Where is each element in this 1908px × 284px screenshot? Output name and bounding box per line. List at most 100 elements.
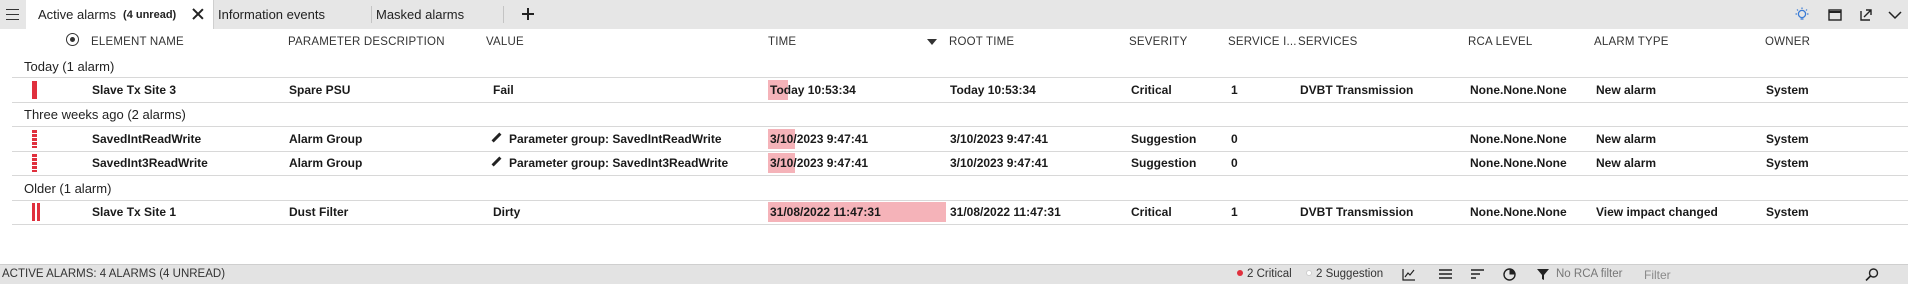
cell-service-impact: 1: [1231, 83, 1238, 97]
severity-indicator: [32, 130, 37, 148]
cell-severity: Suggestion: [1131, 132, 1197, 146]
alarm-summary: ACTIVE ALARMS: 4 ALARMS (4 UNREAD): [2, 268, 226, 280]
table-row[interactable]: SavedInt3ReadWrite Alarm Group Parameter…: [0, 151, 1908, 175]
table-row[interactable]: Slave Tx Site 1 Dust Filter Dirty 31/08/…: [0, 200, 1908, 224]
cell-element-name: SavedIntReadWrite: [92, 132, 202, 146]
group-header-three-weeks-ago[interactable]: Three weeks ago (2 alarms): [24, 105, 186, 125]
pie-icon[interactable]: [1503, 268, 1517, 281]
table-row[interactable]: Slave Tx Site 3 Spare PSU Fail Today 10:…: [0, 78, 1908, 102]
tab-bar: Active alarms (4 unread) Information eve…: [0, 0, 1908, 30]
cell-parameter: Alarm Group: [289, 132, 363, 146]
tab-label: Masked alarms: [376, 7, 465, 22]
cell-owner: System: [1766, 132, 1809, 146]
cell-root-time: 3/10/2023 9:47:41: [950, 156, 1049, 170]
cell-owner: System: [1766, 83, 1809, 97]
search-icon[interactable]: [1865, 268, 1879, 282]
cell-value: Fail: [493, 83, 514, 97]
cell-owner: System: [1766, 205, 1809, 219]
cell-severity: Critical: [1131, 205, 1172, 219]
cell-alarm-type: New alarm: [1596, 156, 1657, 170]
row-divider: [12, 224, 1908, 225]
cell-services: DVBT Transmission: [1300, 205, 1414, 219]
tab-information-events[interactable]: Information events: [218, 0, 368, 29]
suggestion-dot-icon: [1306, 269, 1312, 276]
table-row[interactable]: SavedIntReadWrite Alarm Group Parameter …: [0, 127, 1908, 151]
filter-input[interactable]: [1640, 266, 1878, 283]
sort-lines-icon[interactable]: [1471, 268, 1485, 281]
severity-indicator: [37, 203, 40, 221]
lightbulb-icon[interactable]: [1793, 6, 1811, 24]
column-header-services[interactable]: SERVICES: [1298, 29, 1358, 55]
rca-filter[interactable]: No RCA filter: [1556, 265, 1622, 284]
cell-element-name: Slave Tx Site 3: [92, 83, 177, 97]
cell-owner: System: [1766, 156, 1809, 170]
row-divider: [12, 175, 1908, 176]
cell-severity: Suggestion: [1131, 156, 1197, 170]
column-header-rca-level[interactable]: RCA LEVEL: [1468, 29, 1532, 55]
critical-count[interactable]: 2 Critical: [1237, 265, 1292, 284]
trend-icon[interactable]: [1402, 268, 1416, 281]
cell-root-time: Today 10:53:34: [950, 83, 1036, 97]
cell-rca-level: None.None.None: [1470, 83, 1567, 97]
tab-divider: [371, 6, 372, 23]
cell-element-name: SavedInt3ReadWrite: [92, 156, 208, 170]
pencil-icon: [491, 156, 502, 167]
cell-service-impact: 0: [1231, 156, 1238, 170]
menu-icon[interactable]: [0, 0, 24, 29]
column-header-root-time[interactable]: ROOT TIME: [949, 29, 1014, 55]
severity-indicator: [32, 203, 35, 221]
cell-value: Parameter group: SavedInt3ReadWrite: [491, 151, 728, 175]
cell-service-impact: 0: [1231, 132, 1238, 146]
sort-desc-icon[interactable]: [927, 39, 937, 45]
target-icon[interactable]: [66, 33, 79, 46]
critical-count-label: 2 Critical: [1247, 268, 1292, 280]
cell-parameter: Spare PSU: [289, 83, 351, 97]
tab-masked-alarms[interactable]: Masked alarms: [376, 0, 502, 29]
row-divider: [12, 102, 1908, 103]
pop-out-icon[interactable]: [1857, 6, 1875, 24]
column-header-service-impact[interactable]: SERVICE I...: [1228, 29, 1297, 55]
cell-value-text: Parameter group: SavedIntReadWrite: [509, 132, 722, 146]
cell-root-time: 3/10/2023 9:47:41: [950, 132, 1049, 146]
tab-divider: [503, 6, 504, 23]
cell-root-time: 31/08/2022 11:47:31: [950, 205, 1061, 219]
suggestion-count-label: 2 Suggestion: [1316, 268, 1384, 280]
group-header-older[interactable]: Older (1 alarm): [24, 179, 111, 199]
column-header-owner[interactable]: OWNER: [1765, 29, 1810, 55]
group-header-today[interactable]: Today (1 alarm): [24, 57, 114, 77]
close-icon[interactable]: [191, 7, 205, 21]
cell-alarm-type: New alarm: [1596, 132, 1657, 146]
column-header-parameter-description[interactable]: PARAMETER DESCRIPTION: [288, 29, 445, 55]
cell-value-text: Parameter group: SavedInt3ReadWrite: [509, 156, 729, 170]
tab-active-alarms[interactable]: Active alarms (4 unread): [26, 0, 214, 29]
severity-indicator: [32, 81, 37, 99]
cell-value: Parameter group: SavedIntReadWrite: [491, 127, 722, 151]
pencil-icon: [491, 132, 502, 143]
unread-badge: (4 unread): [123, 8, 177, 21]
tab-label: Active alarms: [38, 7, 117, 22]
cell-parameter: Alarm Group: [289, 156, 363, 170]
column-header-element-name[interactable]: ELEMENT NAME: [91, 29, 184, 55]
funnel-icon[interactable]: [1537, 268, 1551, 281]
cell-time: 3/10/2023 9:47:41: [770, 132, 869, 146]
cell-severity: Critical: [1131, 83, 1172, 97]
cell-time: 31/08/2022 11:47:31: [770, 205, 881, 219]
window-icon[interactable]: [1826, 6, 1844, 24]
list-icon[interactable]: [1439, 268, 1453, 281]
column-header-time[interactable]: TIME: [768, 29, 796, 55]
status-bar: ACTIVE ALARMS: 4 ALARMS (4 UNREAD) 2 Cri…: [0, 264, 1908, 284]
suggestion-count[interactable]: 2 Suggestion: [1306, 265, 1383, 284]
cell-value: Dirty: [493, 205, 521, 219]
column-header-severity[interactable]: SEVERITY: [1129, 29, 1187, 55]
cell-alarm-type: View impact changed: [1596, 205, 1718, 219]
plus-icon[interactable]: [519, 5, 537, 23]
column-header-value[interactable]: VALUE: [486, 29, 524, 55]
column-header-alarm-type[interactable]: ALARM TYPE: [1594, 29, 1669, 55]
chevron-down-icon[interactable]: [1886, 6, 1904, 24]
cell-parameter: Dust Filter: [289, 205, 349, 219]
cell-rca-level: None.None.None: [1470, 132, 1567, 146]
tab-label: Information events: [218, 7, 325, 22]
cell-element-name: Slave Tx Site 1: [92, 205, 177, 219]
cell-alarm-type: New alarm: [1596, 83, 1657, 97]
severity-indicator: [32, 154, 37, 172]
